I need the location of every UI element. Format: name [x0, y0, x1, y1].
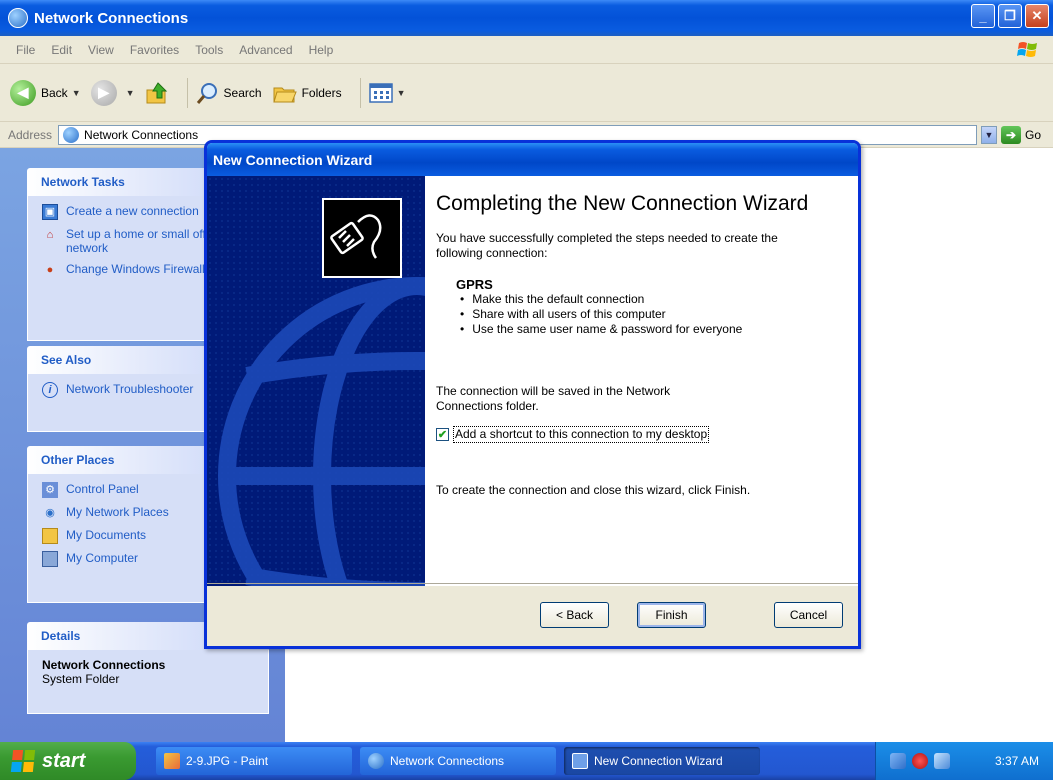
desktop-shortcut-label[interactable]: Add a shortcut to this connection to my …	[453, 426, 710, 443]
start-label: start	[42, 749, 86, 772]
taskbar-item-network-connections[interactable]: Network Connections	[360, 747, 556, 775]
folders-button[interactable]: Folders	[272, 82, 342, 104]
new-connection-icon: ▣	[42, 204, 58, 220]
network-cable-icon	[322, 198, 402, 278]
forward-arrow-icon: ▶	[90, 79, 117, 106]
windows-logo-icon	[1017, 42, 1037, 57]
address-dropdown-button[interactable]: ▼	[980, 125, 997, 144]
address-label: Address	[8, 127, 53, 142]
window-titlebar[interactable]: Network Connections _ ❐ ✕	[0, 0, 1053, 36]
views-icon	[368, 82, 393, 103]
wizard-content: Completing the New Connection Wizard You…	[425, 176, 858, 586]
wizard-titlebar[interactable]: New Connection Wizard	[207, 143, 858, 176]
network-connections-icon	[8, 8, 28, 28]
go-button[interactable]: ➔ Go	[1000, 125, 1041, 144]
firewall-icon: ●	[46, 264, 54, 276]
window-controls: _ ❐ ✕	[971, 4, 1049, 28]
network-connection-icon[interactable]	[934, 753, 950, 769]
toolbar-separator	[359, 77, 361, 108]
chevron-down-icon[interactable]: ▼	[126, 88, 135, 98]
window-title: Network Connections	[34, 9, 189, 27]
close-button[interactable]: ✕	[1025, 4, 1049, 28]
search-label: Search	[223, 85, 262, 100]
details-name: Network Connections	[42, 658, 166, 672]
computer-icon	[42, 551, 58, 567]
start-button[interactable]: start	[0, 742, 136, 780]
back-button[interactable]: ◀ Back ▼	[10, 79, 81, 106]
search-button[interactable]: Search	[196, 81, 262, 105]
clock: 3:37 AM	[994, 754, 1039, 768]
folder-up-icon	[146, 81, 167, 103]
option-item: Use the same user name & password for ev…	[460, 322, 858, 337]
toolbar-separator	[186, 77, 188, 108]
windows-logo-icon	[10, 750, 36, 772]
menu-view[interactable]: View	[80, 43, 122, 57]
back-arrow-icon: ◀	[10, 79, 36, 106]
option-item: Share with all users of this computer	[460, 307, 858, 322]
system-tray: 3:37 AM	[875, 742, 1053, 780]
option-item: Make this the default connection	[460, 292, 858, 307]
details-subtitle: System Folder	[42, 672, 120, 686]
finish-instruction-text: To create the connection and close this …	[436, 483, 751, 497]
desktop-shortcut-option[interactable]: ✔ Add a shortcut to this connection to m…	[436, 426, 858, 443]
menu-bar: File Edit View Favorites Tools Advanced …	[0, 36, 1053, 64]
taskbar-item-new-connection-wizard[interactable]: New Connection Wizard	[564, 747, 760, 775]
back-button[interactable]: < Back	[540, 602, 609, 628]
go-arrow-icon: ➔	[1000, 125, 1021, 144]
network-connections-icon	[63, 126, 80, 143]
up-button[interactable]	[145, 81, 169, 105]
wizard-button-bar: < Back Finish Cancel	[207, 583, 858, 646]
connection-name: GPRS	[456, 277, 493, 292]
folders-icon	[272, 87, 297, 102]
desktop-shortcut-checkbox[interactable]: ✔	[436, 428, 449, 441]
wizard-title: New Connection Wizard	[213, 151, 373, 168]
connection-options-list: Make this the default connection Share w…	[460, 292, 858, 337]
cancel-button[interactable]: Cancel	[774, 602, 843, 628]
saved-location-text: The connection will be saved in the Netw…	[436, 384, 671, 413]
menu-favorites[interactable]: Favorites	[122, 43, 187, 57]
search-icon	[196, 82, 217, 104]
network-status-icon[interactable]	[890, 753, 906, 769]
folders-label: Folders	[301, 85, 342, 100]
security-alert-icon[interactable]	[912, 753, 928, 769]
menu-file[interactable]: File	[8, 43, 43, 57]
wizard-heading: Completing the New Connection Wizard	[436, 192, 809, 215]
wizard-icon	[572, 753, 588, 769]
new-connection-wizard-dialog: New Connection Wizard Completing the New…	[204, 140, 861, 649]
maximize-button[interactable]: ❐	[998, 4, 1022, 28]
back-label: Back	[41, 85, 68, 100]
wizard-side-banner	[207, 176, 425, 586]
minimize-button[interactable]: _	[971, 4, 995, 28]
finish-button[interactable]: Finish	[637, 602, 706, 628]
views-button[interactable]: ▼	[368, 82, 406, 104]
wizard-intro-text: You have successfully completed the step…	[436, 231, 778, 260]
taskbar-item-paint[interactable]: 2-9.JPG - Paint	[156, 747, 352, 775]
forward-button[interactable]: ▶ ▼	[90, 79, 135, 106]
chevron-down-icon[interactable]: ▼	[72, 88, 81, 98]
menu-tools[interactable]: Tools	[187, 43, 231, 57]
documents-folder-icon	[42, 528, 58, 544]
network-places-icon: ◉	[45, 507, 55, 519]
info-icon: i	[42, 382, 58, 398]
menu-help[interactable]: Help	[301, 43, 342, 57]
taskbar: start 2-9.JPG - Paint Network Connection…	[0, 742, 1053, 780]
address-value: Network Connections	[84, 127, 199, 142]
menu-advanced[interactable]: Advanced	[231, 43, 300, 57]
network-connections-icon	[368, 753, 384, 769]
home-network-icon: ⌂	[46, 229, 54, 241]
chevron-down-icon[interactable]: ▼	[397, 88, 406, 98]
paint-icon	[164, 753, 180, 769]
control-panel-icon: ⚙	[42, 482, 58, 498]
menu-edit[interactable]: Edit	[43, 43, 80, 57]
toolbar: ◀ Back ▼ ▶ ▼ Search Folders ▼	[0, 64, 1053, 122]
go-label: Go	[1024, 127, 1041, 142]
